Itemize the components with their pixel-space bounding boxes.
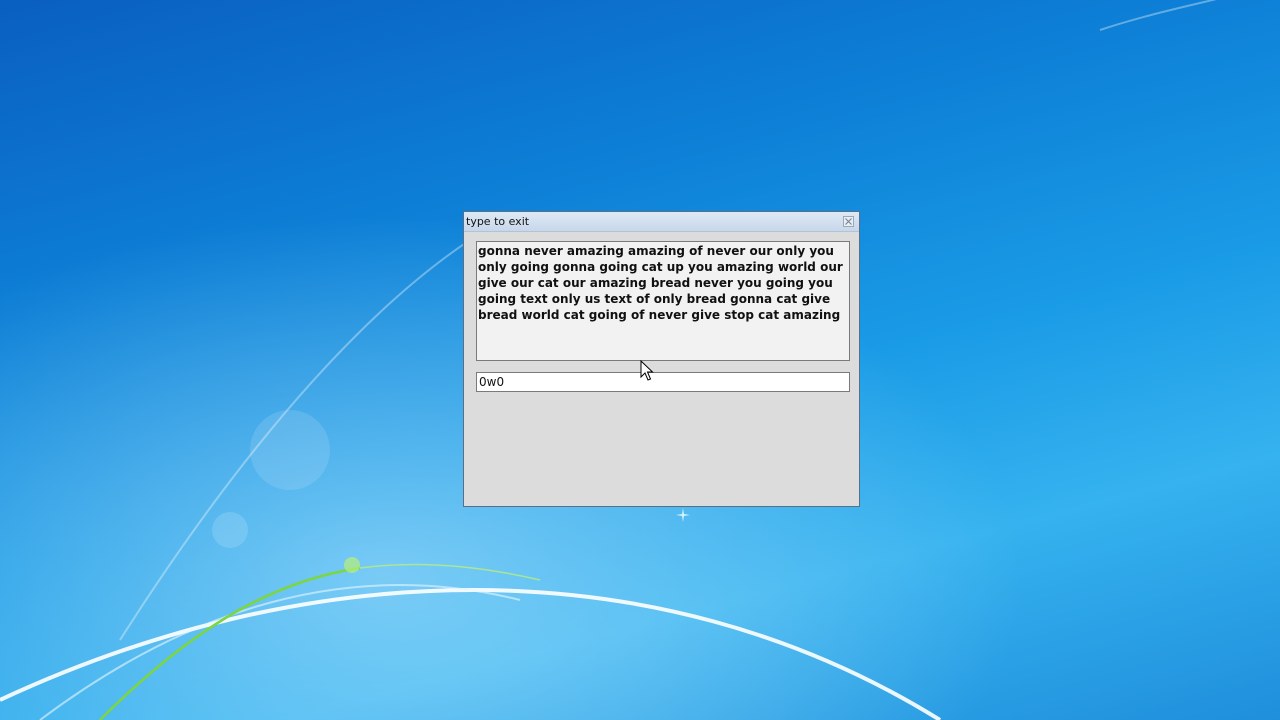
sparkle-icon <box>676 508 690 522</box>
window-titlebar[interactable]: type to exit <box>464 212 859 232</box>
typing-input[interactable] <box>476 372 850 392</box>
close-button[interactable] <box>843 216 854 227</box>
dialog-window[interactable]: type to exit gonna never amazing amazing… <box>463 211 860 507</box>
close-icon <box>845 218 852 225</box>
prompt-text-box: gonna never amazing amazing of never our… <box>476 241 850 361</box>
mouse-cursor-icon <box>640 360 654 381</box>
window-title: type to exit <box>466 215 530 228</box>
